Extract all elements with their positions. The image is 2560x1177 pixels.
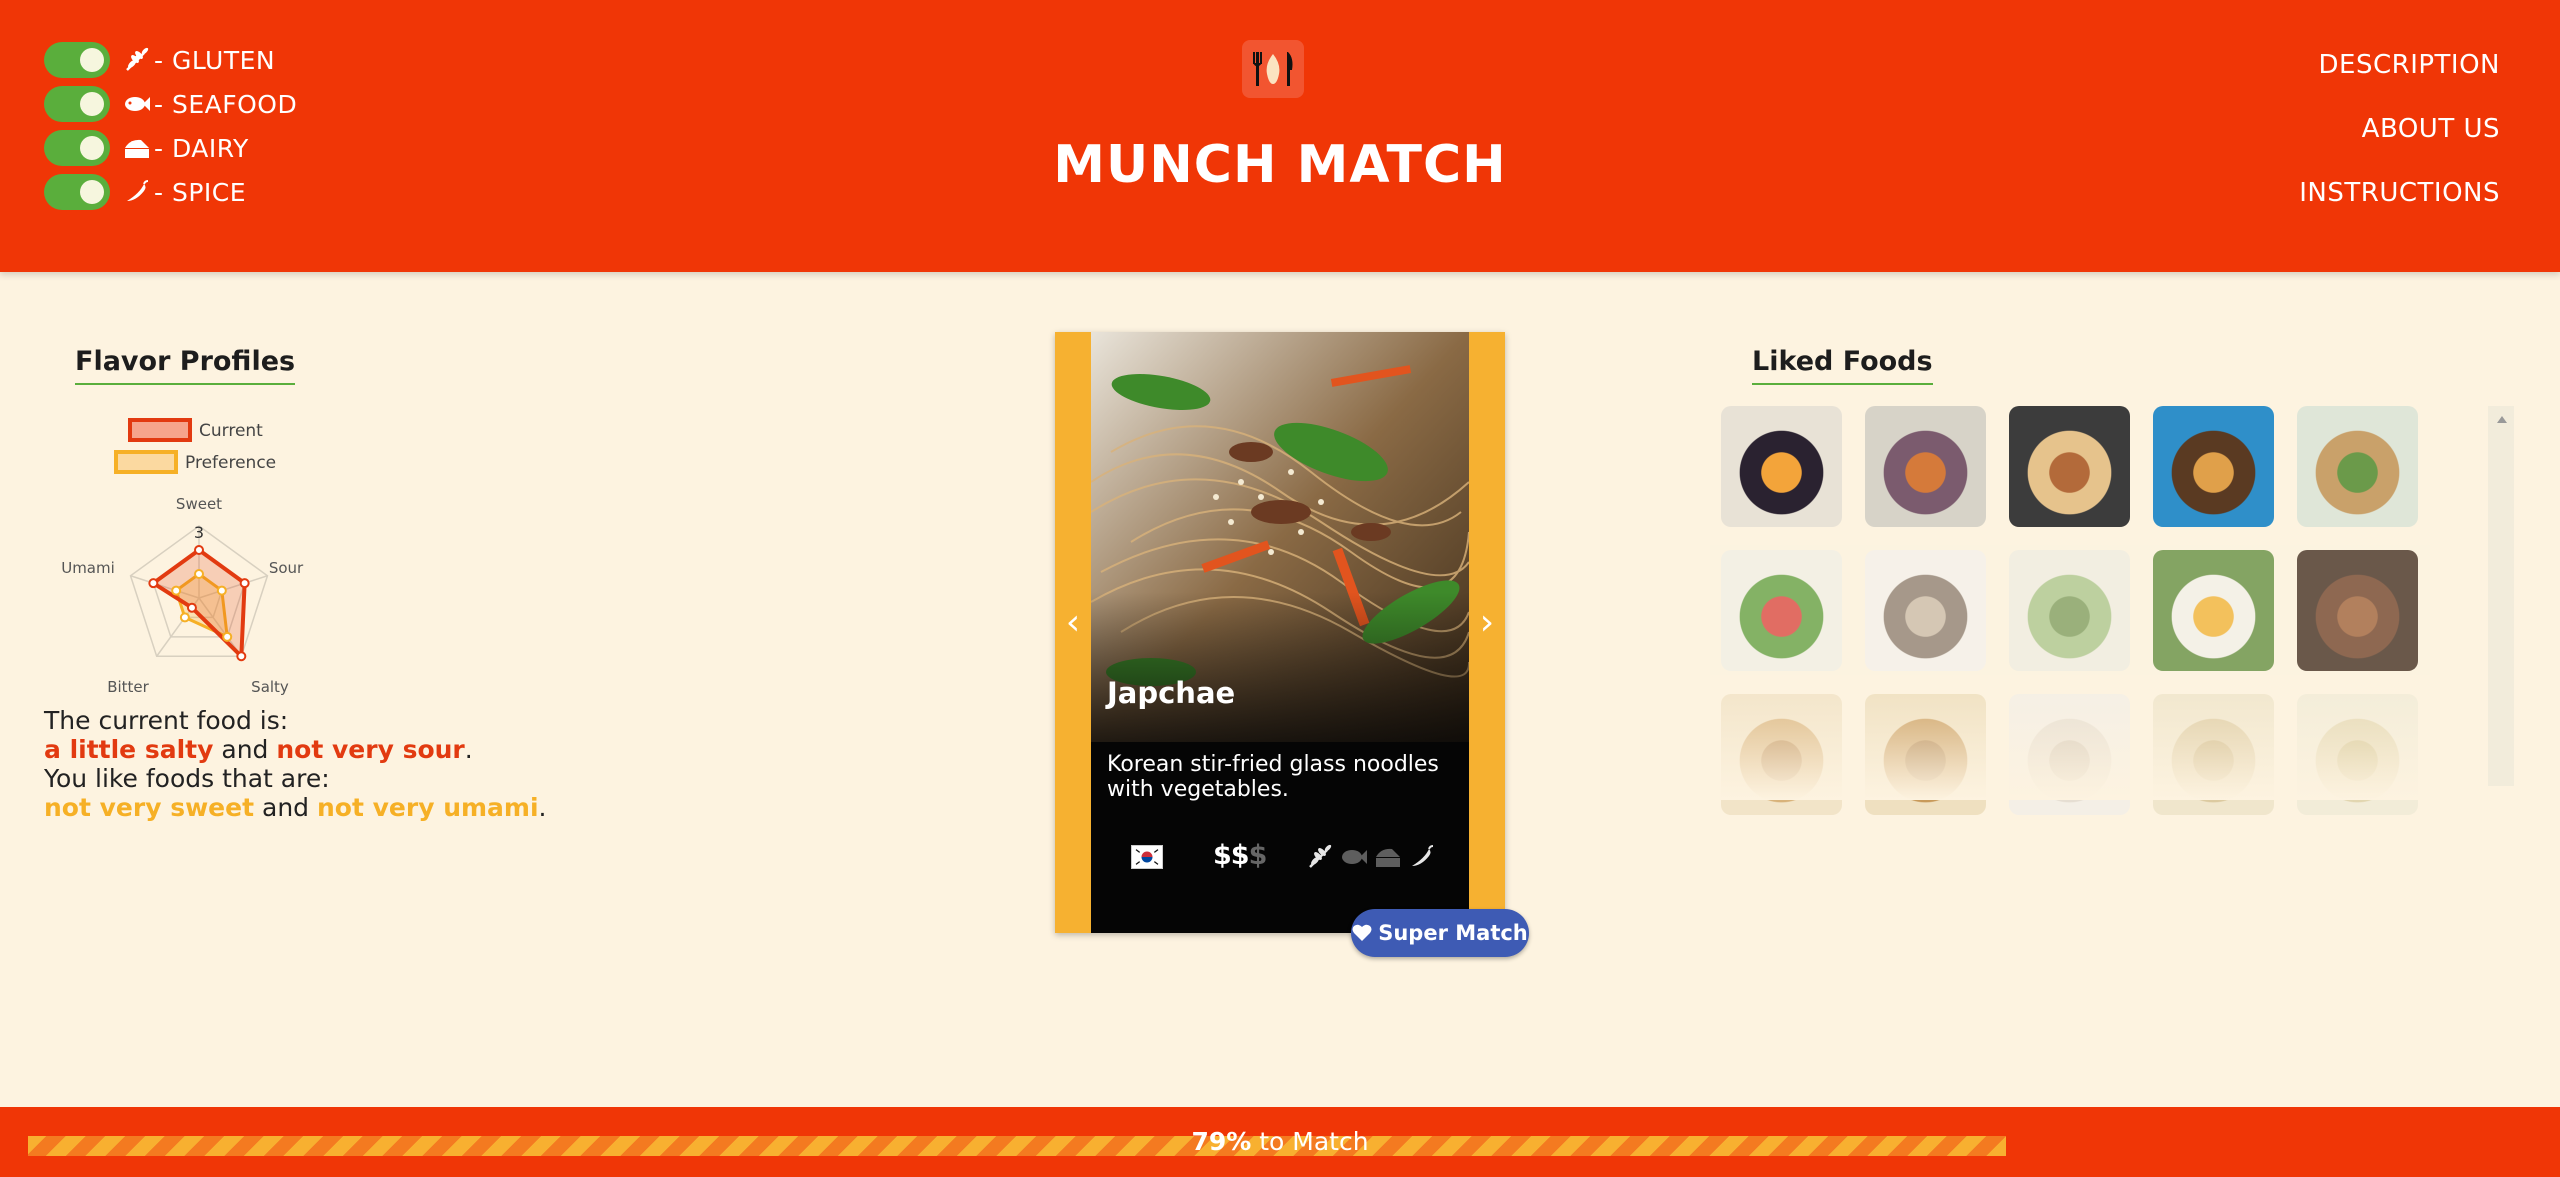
price-active: $$ (1213, 840, 1250, 871)
preference-trait-2: not very umami (316, 793, 539, 822)
liked-foods-fade-mid (1710, 545, 2430, 675)
period: . (464, 735, 473, 764)
liked-foods-heading: Liked Foods (1752, 346, 1933, 385)
legend-current-label: Current (199, 421, 263, 441)
current-point (148, 578, 159, 589)
top-nav: DESCRIPTION ABOUT US INSTRUCTIONS (2299, 50, 2500, 242)
scroll-up-icon[interactable] (2497, 416, 2507, 423)
current-polygon (149, 547, 247, 661)
current-point (186, 602, 197, 613)
legend-current-swatch (128, 418, 192, 442)
current-point (239, 578, 250, 589)
fish-icon (1339, 842, 1369, 872)
cheese-icon (1373, 842, 1403, 872)
card-content: Japchae Korean stir-fried glass noodles … (1091, 332, 1469, 933)
flavor-profiles-heading: Flavor Profiles (75, 346, 296, 385)
nav-description-link[interactable]: DESCRIPTION (2299, 50, 2500, 114)
current-point (236, 651, 247, 662)
progress-suffix: to Match (1251, 1127, 1369, 1156)
preference-point (222, 631, 233, 642)
axis-label-sour: Sour (269, 559, 304, 577)
wheat-icon (1305, 842, 1335, 872)
food-card[interactable]: ‹ › Japchae Korean stir-fried glass nood… (1055, 332, 1505, 933)
current-trait-2: not very sour (276, 735, 465, 764)
progress-label: 79% to Match (0, 1127, 2560, 1156)
axis-label-bitter: Bitter (107, 678, 149, 696)
preference-point (194, 569, 204, 579)
preference-trait-1: not very sweet (44, 793, 255, 822)
legend-preference-label: Preference (185, 453, 276, 473)
progress-percent: 79% (1191, 1127, 1252, 1156)
flavor-summary: The current food is: a little salty and … (44, 706, 546, 822)
noodle-salad-thumbnail[interactable] (2297, 406, 2418, 527)
super-match-label: Super Match (1378, 921, 1528, 945)
nav-about-us-link[interactable]: ABOUT US (2299, 114, 2500, 178)
toggle-knob (80, 48, 104, 72)
preference-point (171, 585, 182, 596)
preference-point (216, 585, 227, 596)
summary-current-line: a little salty and not very sour. (44, 735, 546, 764)
toggle-knob (80, 92, 104, 116)
axis-label-umami: Umami (61, 559, 115, 577)
summary-preference-heading: You like foods that are: (44, 764, 330, 793)
price-inactive: $ (1248, 840, 1268, 871)
black-dessert-bowl-thumbnail[interactable] (1721, 406, 1842, 527)
price-level: $$$ (1213, 840, 1268, 871)
period: . (538, 793, 547, 822)
axis-label-salty: Salty (251, 678, 289, 696)
liked-foods-scrollbar[interactable] (2488, 406, 2514, 786)
nav-instructions-link[interactable]: INSTRUCTIONS (2299, 178, 2500, 242)
axis-label-sweet: Sweet (176, 495, 222, 513)
toggle-row-gluten: - GLUTEN (44, 38, 297, 82)
flavor-radar-chart: Current Preference Sweet Sour Salty Bitt… (61, 418, 304, 696)
toggle-label: - GLUTEN (154, 45, 276, 75)
next-arrow-icon[interactable]: › (1472, 602, 1502, 643)
current-point (194, 545, 204, 555)
legend-preference-swatch (114, 450, 178, 474)
summary-preference-line: not very sweet and not very umami. (44, 793, 546, 822)
gluten-toggle-switch[interactable] (44, 42, 110, 78)
heart-icon (1352, 924, 1372, 941)
current-trait-1: a little salty (44, 735, 214, 764)
layered-casserole-thumbnail[interactable] (2009, 406, 2130, 527)
food-name: Japchae (1107, 676, 1236, 710)
food-allergen-icons (1305, 842, 1437, 872)
chili-pepper-icon (1407, 842, 1437, 872)
fish-icon (122, 89, 152, 119)
purple-stew-thumbnail[interactable] (1865, 406, 1986, 527)
toggle-row-seafood: - SEAFOOD (44, 82, 297, 126)
header: - GLUTEN - SEAFOOD - DAIRY - SPICE MUNCH… (0, 0, 2560, 272)
match-progress-bar: 79% to Match (0, 1107, 2560, 1177)
preference-point (179, 612, 190, 623)
super-match-button[interactable]: Super Match (1351, 909, 1529, 957)
connector: and (254, 793, 317, 822)
mushroom-pan-thumbnail[interactable] (2153, 406, 2274, 527)
fork-knife-flame-icon (1242, 40, 1304, 98)
radar-scale-label: 3 (194, 523, 204, 542)
food-meta-row: $$$ (1091, 838, 1469, 878)
food-description: Korean stir-fried glass noodles with veg… (1107, 752, 1439, 802)
liked-foods-fade (1710, 690, 2430, 800)
seafood-toggle-switch[interactable] (44, 86, 110, 122)
wheat-icon (122, 45, 152, 75)
connector: and (213, 735, 277, 764)
summary-current-heading: The current food is: (44, 706, 289, 735)
previous-arrow-icon[interactable]: ‹ (1058, 602, 1088, 643)
south-korea-flag-icon (1131, 845, 1163, 869)
toggle-label: - SEAFOOD (154, 89, 298, 119)
app-title: MUNCH MATCH (1053, 135, 1507, 195)
